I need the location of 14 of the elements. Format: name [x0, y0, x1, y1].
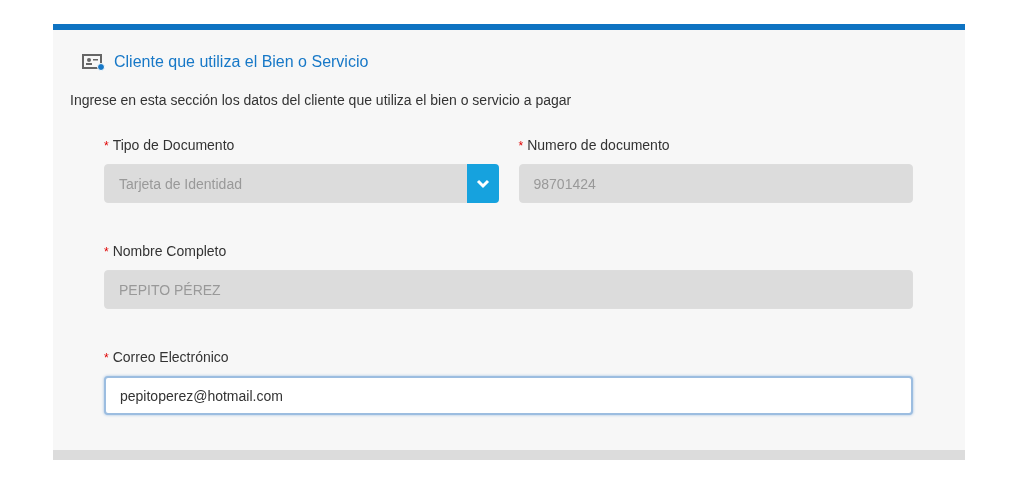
chevron-down-icon: [475, 178, 490, 189]
field-label: Nombre Completo: [112, 242, 227, 261]
section-description: Ingrese en esta sección los datos del cliente que utiliza el bien o servicio a pagar: [70, 91, 573, 110]
required-mark: *: [104, 137, 109, 155]
field-label: Tipo de Documento: [112, 136, 235, 155]
required-mark: *: [518, 137, 524, 155]
required-mark: *: [104, 349, 109, 367]
input-field[interactable]: pepitoperez@hotmail.com: [104, 376, 913, 415]
required-mark: *: [104, 243, 109, 261]
id-card-icon: [82, 53, 106, 71]
section-title: Cliente que utiliza el Bien o Servicio: [114, 52, 369, 72]
dropdown-button[interactable]: [466, 164, 499, 203]
field-label: Numero de documento: [527, 136, 670, 155]
field-label: Correo Electrónico: [112, 348, 229, 367]
